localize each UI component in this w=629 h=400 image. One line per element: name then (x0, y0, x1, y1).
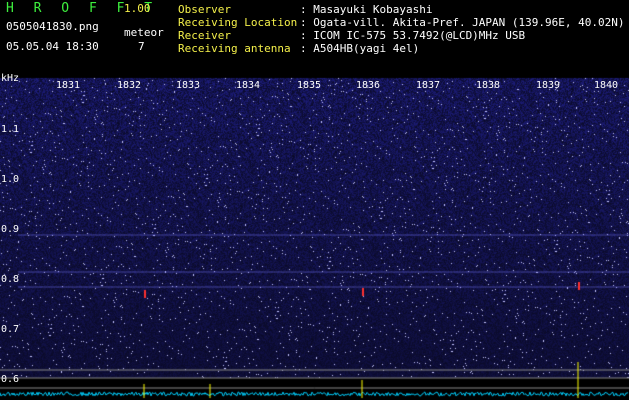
x-tick-1833: 1833 (176, 80, 201, 91)
axis-unit-label: kHz (1, 73, 20, 84)
app-version: 1.00 (124, 2, 151, 15)
meteor-label: meteor (124, 26, 164, 39)
x-tick-1835: 1835 (297, 80, 322, 91)
y-tick-0-6: 0.6 (1, 374, 20, 385)
info-location-key: Receiving Location (178, 16, 298, 29)
info-observer-value: : Masayuki Kobayashi (300, 3, 433, 16)
y-tick-0-9: 0.9 (1, 224, 20, 235)
y-tick-1-1: 1.1 (1, 124, 20, 135)
meteor-count: 7 (138, 40, 145, 53)
x-tick-1839: 1839 (536, 80, 561, 91)
y-tick-0-7: 0.7 (1, 324, 20, 335)
info-observer-key: Observer (178, 3, 231, 16)
x-tick-1836: 1836 (356, 80, 381, 91)
info-antenna-value: : A504HB(yagi 4el) (300, 42, 420, 55)
spectrogram-canvas (0, 72, 629, 400)
x-tick-1831: 1831 (56, 80, 81, 91)
x-tick-1840: 1840 (594, 80, 619, 91)
filename-label: 0505041830.png (6, 20, 99, 33)
info-receiver-value: : ICOM IC-575 53.7492(@LCD)MHz USB (300, 29, 526, 42)
x-tick-1838: 1838 (476, 80, 501, 91)
datetime-label: 05.05.04 18:30 (6, 40, 99, 53)
info-receiver-key: Receiver (178, 29, 231, 42)
info-antenna-key: Receiving antenna (178, 42, 291, 55)
x-tick-1834: 1834 (236, 80, 261, 91)
y-tick-0-8: 0.8 (1, 274, 20, 285)
info-location-value: : Ogata-vill. Akita-Pref. JAPAN (139.96E… (300, 16, 625, 29)
x-tick-1832: 1832 (117, 80, 142, 91)
y-tick-1-0: 1.0 (1, 174, 20, 185)
x-tick-1837: 1837 (416, 80, 441, 91)
